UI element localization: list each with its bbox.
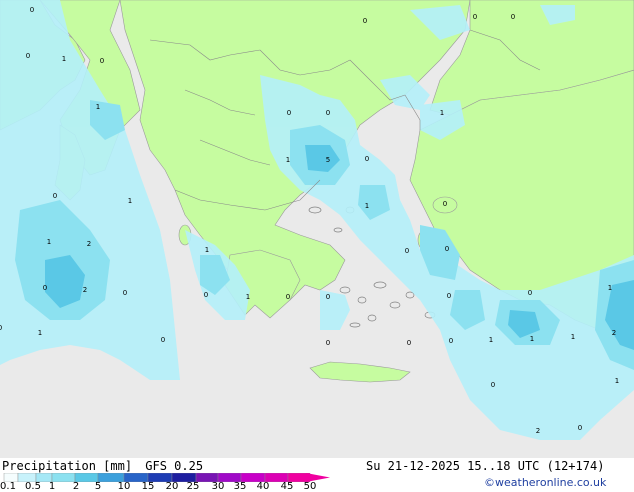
legend-tick-label: 0.1 <box>0 481 16 492</box>
map-label: 0 <box>365 155 369 163</box>
legend-tick-label: 0.5 <box>25 481 41 492</box>
legend-tick-label: 40 <box>256 481 270 492</box>
map-label: 1 <box>205 246 209 254</box>
map-label: 0 <box>326 339 330 347</box>
precipitation-map: 0 0 1 0 0 0 0 0 1 1 0 0 1 0 1 1 5 0 1 0 … <box>0 0 634 458</box>
map-label: 1 <box>96 103 100 111</box>
map-label: 0 <box>511 13 515 21</box>
map-label: 0 <box>447 292 451 300</box>
map-label: 0 <box>53 192 57 200</box>
map-label: 0 <box>449 337 453 345</box>
map-label: 0 <box>100 57 104 65</box>
map-label: 0 <box>528 289 532 297</box>
legend-tick-label: 30 <box>211 481 225 492</box>
map-label: 0 <box>407 339 411 347</box>
map-label: 1 <box>489 336 493 344</box>
legend-tick-label: 25 <box>186 481 200 492</box>
legend-tick-label: 10 <box>117 481 131 492</box>
map-label: 1 <box>365 202 369 210</box>
map-label: 0 <box>405 247 409 255</box>
map-label: 1 <box>530 335 534 343</box>
legend-tick-label: 45 <box>280 481 294 492</box>
legend-tick-label: 50 <box>303 481 317 492</box>
map-label: 0 <box>287 109 291 117</box>
map-label: 1 <box>608 284 612 292</box>
map-label: 1 <box>47 238 51 246</box>
legend-tick-label: 1 <box>48 481 56 492</box>
credit-link[interactable]: ©weatheronline.co.uk <box>484 476 606 489</box>
map-label: 1 <box>571 333 575 341</box>
map-label: 1 <box>62 55 66 63</box>
model-name: GFS 0.25 <box>145 459 204 473</box>
legend-tick-label: 15 <box>141 481 155 492</box>
map-label: 1 <box>246 293 250 301</box>
map-label: 2 <box>536 427 540 435</box>
legend-tick-label: 2 <box>72 481 80 492</box>
map-label: 1 <box>38 329 42 337</box>
map-label: 0 <box>30 6 34 14</box>
map-label: 0 <box>286 293 290 301</box>
map-label: 0 <box>326 109 330 117</box>
map-title: Precipitation [mm] GFS 0.25 <box>2 459 203 473</box>
map-label: 0 <box>43 284 47 292</box>
map-label: 2 <box>87 240 91 248</box>
map-label: 5 <box>326 156 330 164</box>
map-label: 0 <box>123 289 127 297</box>
map-label: 0 <box>443 200 447 208</box>
map-label: 0 <box>26 52 30 60</box>
map-label: 0 <box>0 324 2 332</box>
title-text: Precipitation [mm] <box>2 459 133 473</box>
map-label: 1 <box>615 377 619 385</box>
map-label: 0 <box>473 13 477 21</box>
map-label: 0 <box>445 245 449 253</box>
valid-time: Su 21-12-2025 15..18 UTC (12+174) <box>366 459 605 473</box>
map-label: 1 <box>440 109 444 117</box>
legend-tick-label: 5 <box>94 481 102 492</box>
map-label: 0 <box>363 17 367 25</box>
map-label: 0 <box>161 336 165 344</box>
map-label: 2 <box>83 286 87 294</box>
legend-swatch <box>51 473 76 482</box>
map-label: 0 <box>491 381 495 389</box>
map-label: 0 <box>578 424 582 432</box>
map-label: 0 <box>326 293 330 301</box>
map-label: 1 <box>286 156 290 164</box>
legend-tick-label: 20 <box>165 481 179 492</box>
map-label: 1 <box>128 197 132 205</box>
map-label: 2 <box>612 329 616 337</box>
legend-tick-label: 35 <box>233 481 247 492</box>
map-label: 0 <box>204 291 208 299</box>
